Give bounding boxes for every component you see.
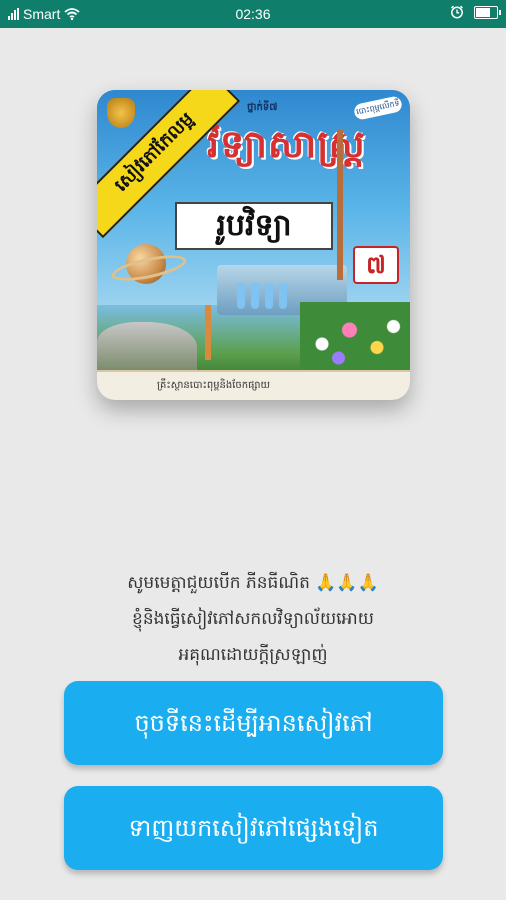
rock-landscape-image bbox=[97, 322, 197, 372]
cover-grade-text: ថ្នាក់ទី៧ bbox=[247, 102, 278, 113]
cover-grade-badge: ៧ bbox=[353, 246, 399, 284]
clock: 02:36 bbox=[235, 6, 271, 22]
cover-footer: គ្រឹះស្ថានបោះពុម្ពនិងចែកផ្សាយ bbox=[97, 370, 410, 400]
battery-level bbox=[476, 7, 490, 17]
message-line-2: ខ្ញុំនិងធ្វើសៀវភៅសកលវិទ្យាល័យអោយ bbox=[132, 609, 374, 629]
alarm-icon bbox=[451, 5, 463, 19]
download-more-books-button[interactable]: ទាញយកសៀវភៅផ្សេងទៀត bbox=[64, 786, 443, 870]
message-line-3: អគុណដោយក្ដីស្រឡាញ់ bbox=[178, 645, 328, 665]
cover-title: វិទ្យាសាស្ត្រ bbox=[207, 122, 366, 166]
message-line-1: សូមមេត្តាជួយបើក ភីនធីណិត 🙏🙏🙏 bbox=[127, 573, 379, 593]
status-bar: Smart 02:36 bbox=[0, 0, 506, 28]
cover-subject: រូបវិទ្យា bbox=[175, 202, 333, 250]
experiment-rod-image bbox=[205, 305, 211, 360]
lab-stand-image bbox=[337, 130, 343, 280]
saturn-icon bbox=[109, 240, 189, 288]
book-cover[interactable]: ថ្នាក់ទី៧ បោះពុម្ពលើកទី វិទ្យាសាស្ត្រ រូ… bbox=[97, 90, 410, 400]
battery-icon bbox=[474, 5, 501, 19]
status-right bbox=[450, 5, 501, 19]
flowers-image bbox=[300, 302, 410, 372]
ministry-seal-icon bbox=[107, 98, 135, 128]
read-book-button[interactable]: ចុចទីនេះដើម្បីអានសៀវភៅ bbox=[64, 681, 443, 765]
cover-publisher: គ្រឹះស្ថានបោះពុម្ពនិងចែកផ្សាយ bbox=[157, 380, 270, 391]
